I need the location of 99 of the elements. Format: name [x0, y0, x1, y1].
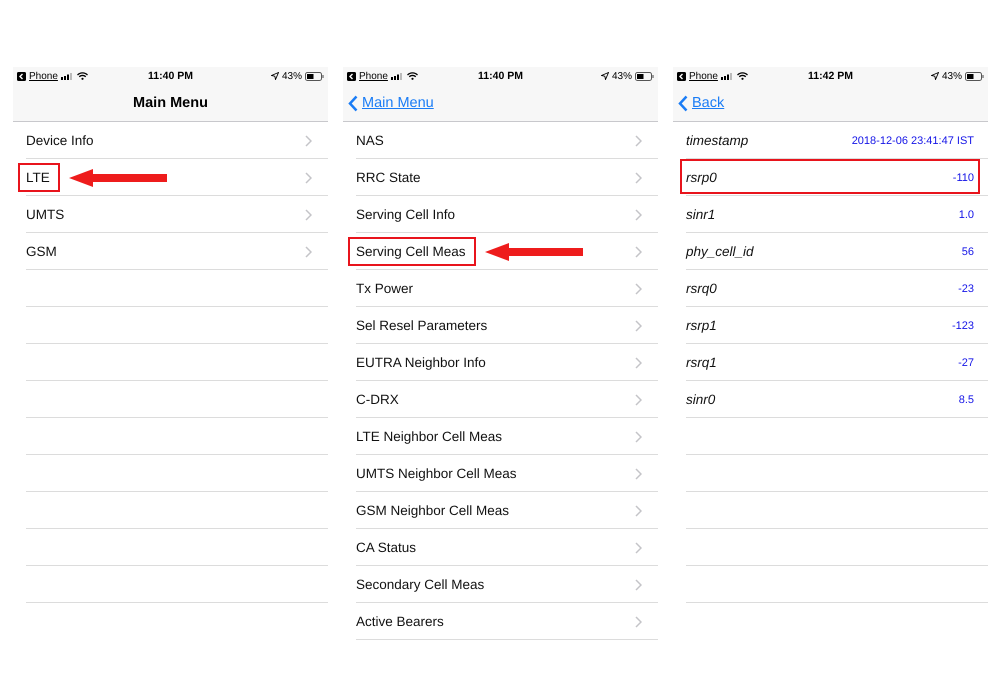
battery-icon [305, 72, 324, 80]
location-icon [271, 72, 279, 80]
back-app-link[interactable]: Phone [359, 70, 388, 82]
field-value: -110 [952, 172, 974, 184]
field-label: rsrp0 [686, 170, 717, 185]
field-value: 1.0 [958, 208, 974, 220]
battery-icon [635, 72, 654, 80]
back-app-link[interactable]: Phone [689, 70, 718, 82]
menu-item[interactable]: EUTRA Neighbor Info [346, 344, 658, 381]
menu-item[interactable]: UMTS Neighbor Cell Meas [346, 455, 658, 492]
menu-label: Tx Power [356, 281, 414, 296]
menu-item[interactable]: Serving Cell Info [346, 196, 658, 233]
field-value: -23 [958, 282, 974, 294]
chevron-icon [635, 209, 642, 221]
field-label: sinr1 [686, 207, 716, 222]
chevron-icon [305, 172, 312, 184]
chevron-icon [635, 283, 642, 295]
back-chevron-icon [678, 94, 688, 112]
battery-percent: 43% [612, 70, 632, 82]
back-icon [17, 72, 26, 80]
menu-label: Serving Cell Info [356, 207, 456, 222]
menu-label: NAS [356, 133, 384, 148]
chevron-icon [635, 468, 642, 480]
menu-label: CA Status [356, 540, 416, 555]
menu-item[interactable]: CA Status [346, 529, 658, 566]
chevron-icon [635, 135, 642, 147]
signal-icon [60, 72, 74, 80]
location-icon [931, 72, 939, 80]
menu-label: Active Bearers [356, 614, 444, 629]
menu-item[interactable]: GSM [16, 233, 328, 270]
chevron-icon [635, 320, 642, 332]
menu-item[interactable]: Serving Cell Meas [346, 233, 658, 270]
back-chevron-icon [348, 94, 358, 112]
chevron-icon [635, 616, 642, 628]
menu-item[interactable]: Active Bearers [346, 603, 658, 640]
battery-percent: 43% [942, 70, 962, 82]
clock-time: 11:40 PM [148, 70, 193, 82]
clock-time: 11:40 PM [478, 70, 523, 82]
menu-label: LTE [18, 163, 60, 192]
wifi-icon [736, 72, 748, 80]
menu-item[interactable]: LTE [16, 159, 328, 196]
back-link[interactable]: Main Menu [348, 94, 434, 112]
menu-item[interactable]: RRC State [346, 159, 658, 196]
menu-item[interactable]: C-DRX [346, 381, 658, 418]
field-label: rsrp1 [686, 318, 717, 333]
back-app-link[interactable]: Phone [29, 70, 58, 82]
field-value: 2018-12-06 23:41:47 IST [852, 134, 974, 146]
wifi-icon [406, 72, 418, 80]
back-icon [677, 72, 686, 80]
menu-item[interactable]: GSM Neighbor Cell Meas [346, 492, 658, 529]
menu-label: GSM [26, 244, 57, 259]
chevron-icon [305, 209, 312, 221]
chevron-icon [635, 357, 642, 369]
menu-label: Serving Cell Meas [348, 237, 476, 266]
field-value: 8.5 [958, 394, 974, 406]
menu-label: UMTS [26, 207, 64, 222]
chevron-icon [305, 135, 312, 147]
menu-item[interactable]: UMTS [16, 196, 328, 233]
menu-label: Device Info [26, 133, 94, 148]
screen-title: Main Menu [133, 95, 208, 111]
menu-label: Secondary Cell Meas [356, 577, 484, 592]
menu-label: Sel Resel Parameters [356, 318, 488, 333]
field-label: timestamp [686, 133, 748, 148]
menu-item[interactable]: NAS [346, 122, 658, 159]
chevron-icon [635, 579, 642, 591]
field-label: sinr0 [686, 392, 716, 407]
signal-icon [390, 72, 404, 80]
menu-item[interactable]: Sel Resel Parameters [346, 307, 658, 344]
location-icon [601, 72, 609, 80]
chevron-icon [635, 246, 642, 258]
menu-item[interactable]: Secondary Cell Meas [346, 566, 658, 603]
chevron-icon [635, 172, 642, 184]
clock-time: 11:42 PM [808, 70, 853, 82]
menu-label: UMTS Neighbor Cell Meas [356, 466, 517, 481]
chevron-icon [635, 542, 642, 554]
wifi-icon [76, 72, 88, 80]
menu-label: GSM Neighbor Cell Meas [356, 503, 510, 518]
menu-item[interactable]: Tx Power [346, 270, 658, 307]
menu-label: EUTRA Neighbor Info [356, 355, 486, 370]
field-label: phy_cell_id [686, 244, 754, 259]
field-label: rsrq1 [686, 355, 717, 370]
field-value: -123 [952, 320, 974, 332]
battery-icon [965, 72, 984, 80]
battery-percent: 43% [282, 70, 302, 82]
menu-label: LTE Neighbor Cell Meas [356, 429, 502, 444]
chevron-icon [305, 246, 312, 258]
menu-item[interactable]: LTE Neighbor Cell Meas [346, 418, 658, 455]
menu-item[interactable]: Device Info [16, 122, 328, 159]
field-value: 56 [962, 246, 974, 258]
field-label: rsrq0 [686, 281, 717, 296]
back-link[interactable]: Back [678, 94, 724, 112]
chevron-icon [635, 505, 642, 517]
menu-label: C-DRX [356, 392, 399, 407]
chevron-icon [635, 394, 642, 406]
menu-label: RRC State [356, 170, 421, 185]
signal-icon [720, 72, 734, 80]
field-value: -27 [958, 356, 974, 368]
back-icon [347, 72, 356, 80]
chevron-icon [635, 431, 642, 443]
